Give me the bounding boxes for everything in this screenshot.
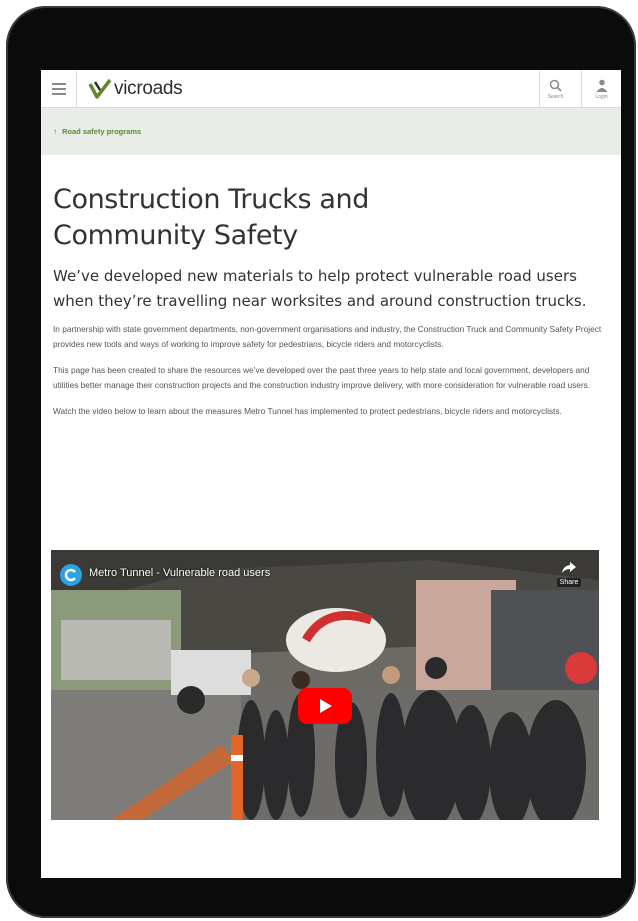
share-button[interactable]: Share: [551, 562, 587, 587]
play-button[interactable]: [298, 688, 352, 724]
back-arrow-icon: ↑: [53, 127, 57, 136]
search-icon: [549, 79, 562, 92]
breadcrumb-link[interactable]: ↑ Road safety programs: [53, 127, 141, 136]
menu-button[interactable]: [41, 70, 77, 108]
breadcrumb-bar: ↑ Road safety programs: [41, 108, 621, 155]
main-content: Construction Trucks and Community Safety…: [53, 155, 609, 419]
site-header: vicroads Search Login: [41, 70, 621, 108]
logo-text: vicroads: [114, 78, 183, 99]
page-title: Construction Trucks and Community Safety: [53, 182, 609, 254]
page-title-line1: Construction Trucks and: [53, 184, 369, 215]
vicroads-logo-icon: [88, 78, 112, 99]
browser-screen: vicroads Search Login ↑ Road safety prog…: [41, 70, 621, 878]
breadcrumb-label: Road safety programs: [62, 127, 142, 136]
page-title-line2: Community Safety: [53, 220, 298, 251]
login-button[interactable]: Login: [581, 70, 621, 108]
share-icon: [562, 562, 576, 573]
video-thumbnail: [51, 550, 599, 820]
search-label: Search: [547, 93, 564, 100]
body-paragraph-1: In partnership with state government dep…: [53, 324, 602, 349]
user-icon: [596, 79, 607, 92]
play-icon: [320, 699, 332, 713]
login-label: Login: [595, 93, 608, 100]
share-label: Share: [556, 578, 582, 587]
metro-tunnel-logo-icon: [60, 564, 82, 586]
search-button[interactable]: Search: [539, 70, 571, 108]
video-title[interactable]: Metro Tunnel - Vulnerable road users: [89, 567, 270, 579]
video-player[interactable]: Metro Tunnel - Vulnerable road users Sha…: [51, 550, 599, 820]
tablet-frame: vicroads Search Login ↑ Road safety prog…: [6, 6, 636, 918]
body-paragraph-3: Watch the video below to learn about the…: [53, 406, 562, 416]
body-paragraph-2: This page has been created to share the …: [53, 365, 591, 390]
menu-icon: [51, 83, 66, 85]
lead-paragraph: We’ve developed new materials to help pr…: [53, 267, 587, 310]
vicroads-logo[interactable]: vicroads: [88, 75, 183, 103]
